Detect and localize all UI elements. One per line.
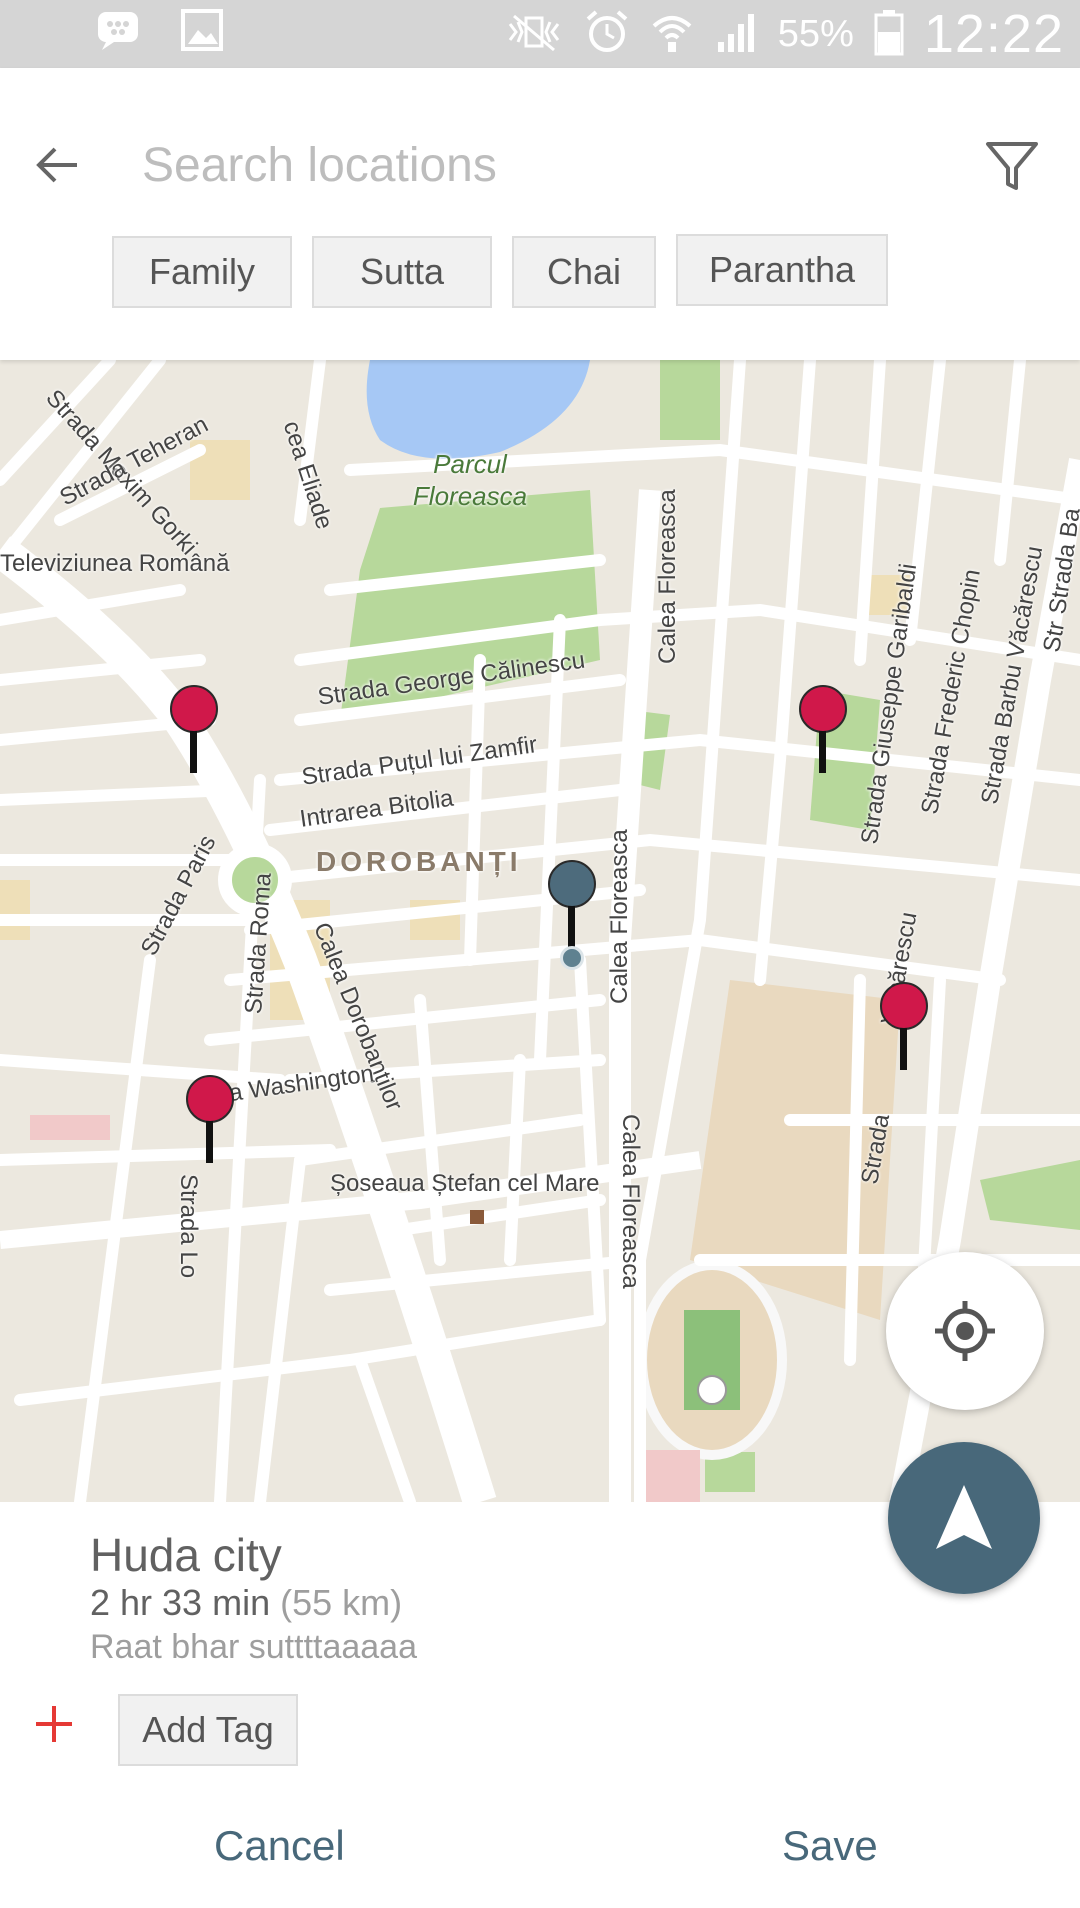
filter-icon bbox=[986, 142, 1038, 190]
map-label-str-edge: Str bbox=[1038, 619, 1071, 655]
filter-button[interactable] bbox=[976, 130, 1048, 202]
back-button[interactable] bbox=[22, 130, 92, 200]
tag-chip-chai[interactable]: Chai bbox=[512, 236, 656, 308]
tag-chip-sutta[interactable]: Sutta bbox=[312, 236, 492, 308]
place-duration: 2 hr 33 min bbox=[90, 1582, 271, 1623]
location-pin[interactable] bbox=[799, 685, 847, 781]
signal-icon bbox=[714, 10, 758, 59]
status-right-icons: 55% 12:22 bbox=[504, 0, 1064, 68]
place-eta: 2 hr 33 min (55 km) bbox=[90, 1582, 402, 1624]
navigate-button[interactable] bbox=[888, 1442, 1040, 1594]
tag-chip-parantha[interactable]: Parantha bbox=[676, 234, 888, 306]
place-name: Huda city bbox=[90, 1529, 282, 1581]
status-time: 12:22 bbox=[923, 4, 1064, 64]
battery-percent: 55% bbox=[777, 12, 854, 55]
map-label-calea-floreasca-3: Calea Floreasca bbox=[617, 1114, 644, 1289]
status-bar: 55% 12:22 bbox=[0, 0, 1080, 68]
back-arrow-icon bbox=[36, 147, 77, 183]
map-label-televiziunea: Televiziunea Română bbox=[0, 550, 230, 577]
mute-vibrate-icon bbox=[504, 10, 564, 59]
place-distance: (55 km) bbox=[280, 1582, 403, 1623]
battery-icon bbox=[874, 8, 904, 61]
alarm-icon bbox=[584, 9, 630, 60]
map-label-stefan-cel-mare: Șoseaua Ștefan cel Mare bbox=[330, 1170, 600, 1197]
save-button[interactable]: Save bbox=[782, 1822, 878, 1870]
location-pin[interactable] bbox=[170, 685, 218, 781]
bbm-icon bbox=[96, 8, 140, 57]
add-tag-button[interactable]: Add Tag bbox=[118, 1694, 298, 1766]
location-pin[interactable] bbox=[186, 1075, 234, 1171]
place-note: Raat bhar suttttaaaaa bbox=[90, 1628, 418, 1666]
gallery-icon bbox=[180, 8, 224, 57]
map-label-park: Parcul Floreasca bbox=[412, 449, 528, 511]
map-label-calea-floreasca-1: Calea Floreasca bbox=[654, 489, 681, 664]
search-input[interactable] bbox=[142, 128, 922, 202]
plus-icon bbox=[36, 1706, 72, 1742]
tag-chip-family[interactable]: Family bbox=[112, 236, 292, 308]
my-location-button[interactable] bbox=[886, 1252, 1044, 1410]
add-tag-plus-button[interactable] bbox=[30, 1700, 78, 1748]
current-location-pin[interactable] bbox=[548, 860, 596, 970]
status-left-icons bbox=[96, 8, 224, 57]
crosshair-icon bbox=[935, 1301, 995, 1361]
map-label-dorobanti: DOROBANȚI bbox=[316, 846, 522, 877]
navigation-arrow-icon bbox=[936, 1485, 992, 1549]
location-pin[interactable] bbox=[880, 982, 928, 1078]
map-label-calea-floreasca-2: Calea Floreasca bbox=[606, 829, 633, 1004]
cancel-button[interactable]: Cancel bbox=[214, 1822, 345, 1870]
wifi-icon bbox=[650, 10, 694, 59]
map-label-strada-lo: Strada Lo bbox=[175, 1174, 202, 1279]
search-header: Family Sutta Chai Parantha bbox=[0, 68, 1080, 360]
